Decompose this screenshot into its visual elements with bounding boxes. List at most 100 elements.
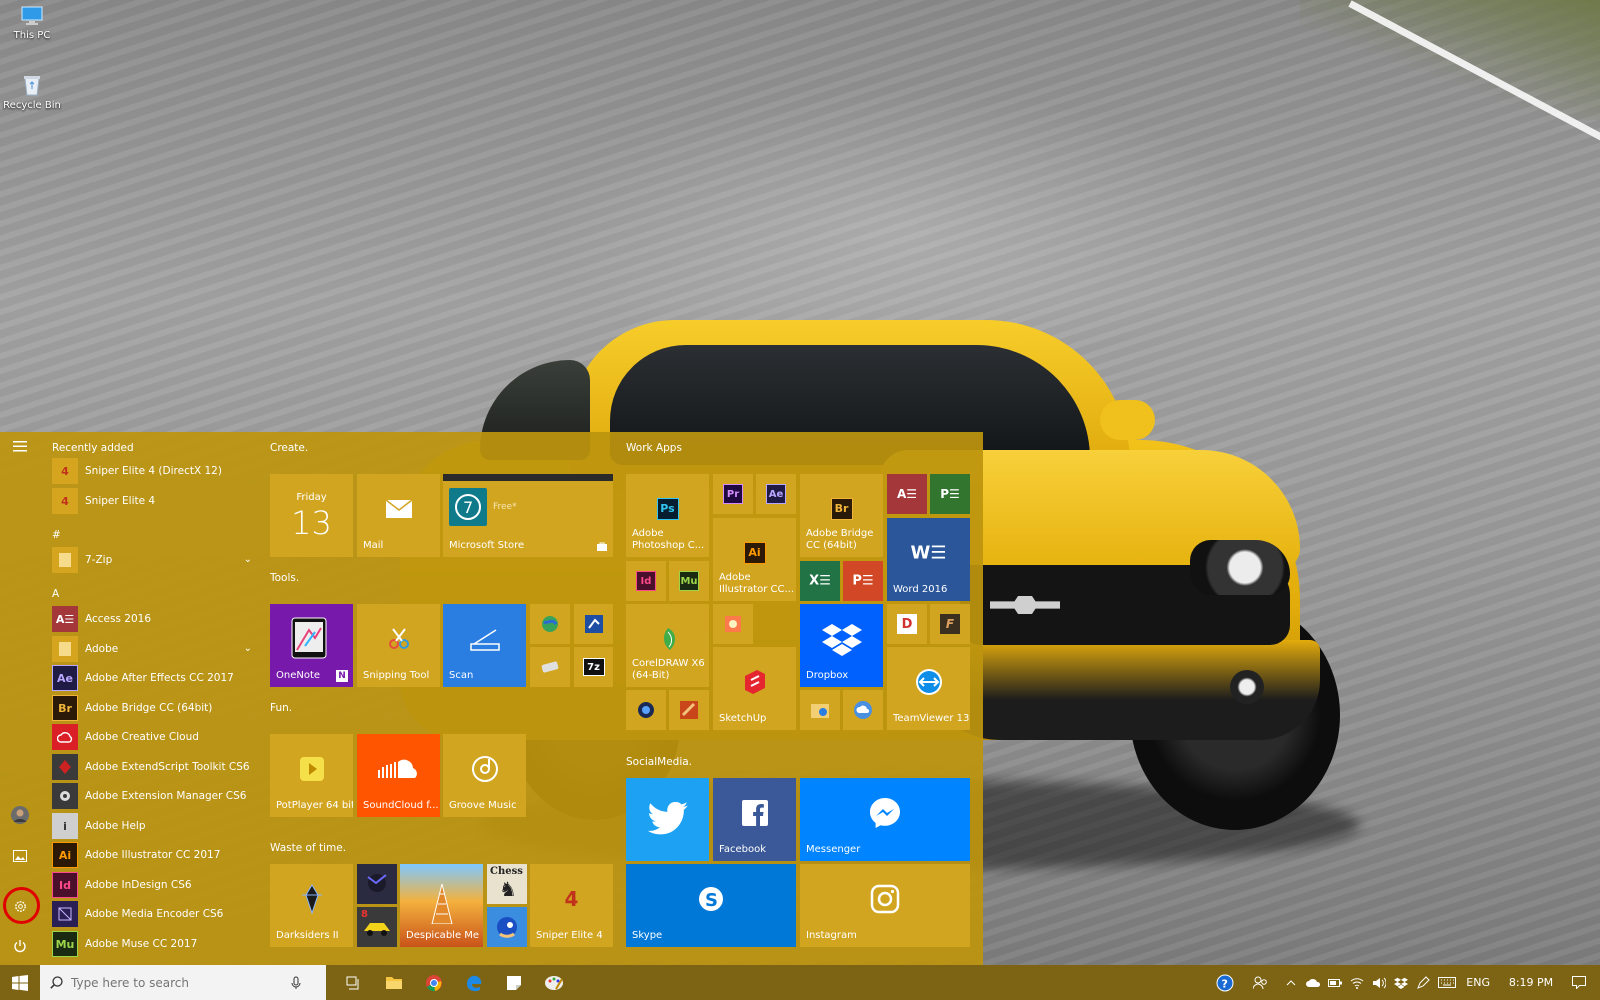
list-item-adobe-help[interactable]: i Adobe Help: [52, 813, 252, 839]
tile-chess[interactable]: Chess ♞: [487, 864, 527, 904]
tile-coreldraw[interactable]: CorelDRAW X6 (64-Bit): [626, 604, 709, 687]
tile-access[interactable]: A☰: [887, 474, 927, 514]
tile-sonic[interactable]: [487, 907, 527, 947]
people-icon[interactable]: [1250, 965, 1272, 1000]
tile-illustrator[interactable]: Ai Adobe Illustrator CC...: [713, 518, 796, 601]
list-item-access[interactable]: A☰ Access 2016: [52, 606, 252, 632]
paint-button[interactable]: [534, 965, 574, 1000]
language-indicator[interactable]: ENG: [1466, 976, 1490, 989]
edge-button[interactable]: [454, 965, 494, 1000]
battery-icon[interactable]: [1324, 965, 1346, 1000]
taskbar-search-box[interactable]: [40, 965, 326, 1000]
search-input[interactable]: [71, 975, 291, 990]
tile-calendar[interactable]: Friday 13: [270, 474, 353, 557]
action-center-icon[interactable]: [1568, 965, 1590, 1000]
start-button[interactable]: [0, 965, 40, 1000]
tile-groove-music[interactable]: Groove Music: [443, 734, 526, 817]
list-item-bridge[interactable]: Br Adobe Bridge CC (64bit): [52, 695, 252, 721]
tile-lens-app[interactable]: [626, 690, 666, 730]
tile-d-app[interactable]: D: [887, 604, 927, 644]
tile-potplayer[interactable]: PotPlayer 64 bit: [270, 734, 353, 817]
tile-sniper-elite[interactable]: 4 Sniper Elite 4: [530, 864, 613, 947]
tile-facebook[interactable]: Facebook: [713, 778, 796, 861]
tile-scan[interactable]: Scan: [443, 604, 526, 687]
group-letter-a[interactable]: A: [52, 588, 59, 600]
tile-teamviewer[interactable]: TeamViewer 13: [887, 647, 970, 730]
tile-photos-app[interactable]: [800, 690, 840, 730]
tile-7zip[interactable]: 7z: [574, 647, 613, 687]
tile-asphalt[interactable]: 8: [357, 907, 397, 947]
list-item-media-encoder[interactable]: Adobe Media Encoder CS6: [52, 901, 252, 927]
help-icon[interactable]: ?: [1214, 965, 1236, 1000]
chrome-button[interactable]: [414, 965, 454, 1000]
tile-instagram[interactable]: Instagram: [800, 864, 970, 947]
list-item-sniper-elite-dx12[interactable]: 4 Sniper Elite 4 (DirectX 12): [52, 458, 252, 484]
tile-after-effects[interactable]: Ae: [756, 474, 796, 514]
task-view-button[interactable]: [334, 965, 374, 1000]
tile-dropbox[interactable]: Dropbox: [800, 604, 883, 687]
tile-project[interactable]: P☰: [930, 474, 970, 514]
section-title-social[interactable]: SocialMedia.: [626, 756, 692, 768]
section-title-work[interactable]: Work Apps: [626, 442, 682, 454]
desktop-icon-this-pc[interactable]: This PC: [2, 6, 62, 41]
onedrive-icon[interactable]: [1302, 965, 1324, 1000]
tile-despicable-me[interactable]: Despicable Me: [400, 864, 483, 947]
clock[interactable]: 8:19 PM: [1506, 976, 1556, 990]
tile-inpage[interactable]: [669, 690, 709, 730]
tile-excel[interactable]: X ☰: [800, 561, 840, 601]
keyboard-icon[interactable]: [1434, 965, 1460, 1000]
tile-muse[interactable]: Mu: [669, 561, 709, 601]
wifi-icon[interactable]: [1346, 965, 1368, 1000]
tile-mail[interactable]: Mail: [357, 474, 440, 557]
tile-skype[interactable]: S Skype: [626, 864, 796, 947]
microphone-icon[interactable]: [291, 976, 301, 990]
tile-sun-app[interactable]: [713, 604, 753, 644]
section-title-create[interactable]: Create.: [270, 442, 308, 454]
tile-bridge[interactable]: Br Adobe Bridge CC (64bit): [800, 474, 883, 557]
section-title-tools[interactable]: Tools.: [270, 572, 299, 584]
dropbox-tray-icon[interactable]: [1390, 965, 1412, 1000]
tile-onenote[interactable]: OneNote N: [270, 604, 353, 687]
tile-game-anime[interactable]: [357, 864, 397, 904]
list-item-indesign[interactable]: Id Adobe InDesign CS6: [52, 872, 252, 898]
gear-icon[interactable]: [8, 894, 32, 918]
tile-microsoft-store[interactable]: 7 Free* Microsoft Store: [443, 474, 613, 557]
tile-snipping-tool[interactable]: Snipping Tool: [357, 604, 440, 687]
tile-remote-app[interactable]: [574, 604, 613, 644]
list-item-sniper-elite[interactable]: 4 Sniper Elite 4: [52, 488, 252, 514]
chevron-up-icon[interactable]: [1280, 965, 1302, 1000]
tile-powerpoint[interactable]: P ☰: [843, 561, 883, 601]
volume-icon[interactable]: [1368, 965, 1390, 1000]
tile-messenger[interactable]: Messenger: [800, 778, 970, 861]
list-item-extendscript[interactable]: Adobe ExtendScript Toolkit CS6: [52, 754, 252, 780]
list-item-adobe-folder[interactable]: Adobe ⌄: [52, 636, 252, 662]
list-item-muse[interactable]: Mu Adobe Muse CC 2017: [52, 931, 252, 957]
pictures-icon[interactable]: [8, 844, 32, 868]
group-letter-hash[interactable]: #: [52, 529, 61, 541]
list-item-extension-manager[interactable]: Adobe Extension Manager CS6: [52, 783, 252, 809]
avatar[interactable]: [8, 803, 32, 827]
list-item-7zip[interactable]: 7-Zip ⌄: [52, 547, 252, 573]
tile-indesign[interactable]: Id: [626, 561, 666, 601]
tile-cloud-upload[interactable]: [843, 690, 883, 730]
tile-f-app[interactable]: F: [930, 604, 970, 644]
chevron-down-icon[interactable]: ⌄: [244, 643, 252, 654]
tile-photoshop[interactable]: Ps Adobe Photoshop C...: [626, 474, 709, 557]
tile-word[interactable]: W☰ Word 2016: [887, 518, 970, 601]
tile-globe-app[interactable]: [530, 604, 570, 644]
list-item-after-effects[interactable]: Ae Adobe After Effects CC 2017: [52, 665, 252, 691]
list-item-creative-cloud[interactable]: Adobe Creative Cloud: [52, 724, 252, 750]
tile-soundcloud[interactable]: SoundCloud f...: [357, 734, 440, 817]
section-title-fun[interactable]: Fun.: [270, 702, 292, 714]
tile-premiere[interactable]: Pr: [713, 474, 753, 514]
tile-darksiders[interactable]: Darksiders II: [270, 864, 353, 947]
tile-sketchup[interactable]: SketchUp: [713, 647, 796, 730]
sticky-notes-button[interactable]: [494, 965, 534, 1000]
desktop-icon-recycle-bin[interactable]: Recycle Bin: [2, 74, 62, 111]
tile-eraser-app[interactable]: [530, 647, 570, 687]
power-icon[interactable]: [8, 934, 32, 958]
hamburger-icon[interactable]: [8, 434, 32, 458]
list-item-illustrator[interactable]: Ai Adobe Illustrator CC 2017: [52, 842, 252, 868]
file-explorer-button[interactable]: [374, 965, 414, 1000]
pen-icon[interactable]: [1412, 965, 1434, 1000]
